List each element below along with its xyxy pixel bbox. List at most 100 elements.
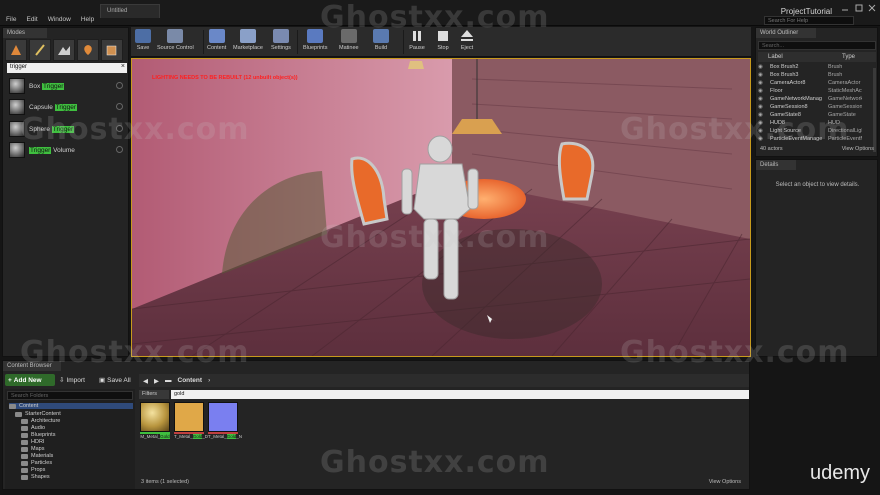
landscape-mode-icon[interactable] xyxy=(53,39,75,61)
item-highlight: Trigger xyxy=(42,82,65,90)
geometry-mode-icon[interactable] xyxy=(101,39,123,61)
details-tab[interactable]: Details xyxy=(756,160,796,170)
asset-name: T_Metal_Gold_N xyxy=(208,434,242,440)
settings-button[interactable]: Settings xyxy=(271,29,291,55)
foliage-mode-icon[interactable] xyxy=(77,39,99,61)
folder-icon xyxy=(21,453,28,459)
folder-materials[interactable]: Materials xyxy=(21,453,53,459)
outliner-search-input[interactable]: Search... xyxy=(758,41,876,50)
items-count: 3 items (1 selected) xyxy=(141,479,189,485)
close-icon[interactable] xyxy=(867,4,877,12)
menu-file[interactable]: File xyxy=(6,16,16,23)
add-new-button[interactable]: + Add New xyxy=(5,374,55,386)
folder-blueprints[interactable]: Blueprints xyxy=(21,432,55,438)
eye-icon[interactable]: ◉ xyxy=(758,96,766,104)
folder-shapes[interactable]: Shapes xyxy=(21,474,50,480)
asset-name-highlight: Gold xyxy=(192,434,203,439)
folder-architecture[interactable]: Architecture xyxy=(21,418,60,424)
outliner-row[interactable]: ◉ GameNetworkManager GameNetworkManager xyxy=(758,96,876,104)
folder-icon: ▬ xyxy=(165,377,172,384)
level-tab[interactable]: Untitled xyxy=(100,4,160,18)
asset-tile[interactable]: T_Metal_Gold_D xyxy=(174,402,208,440)
outliner-row[interactable]: ◉ Box Brush2 Brush xyxy=(758,64,876,72)
folder-startercontent[interactable]: StarterContent xyxy=(15,411,61,417)
item-label-suffix: Volume xyxy=(51,146,75,154)
eye-icon[interactable]: ◉ xyxy=(758,64,766,72)
forward-arrow-icon[interactable]: ▶ xyxy=(154,377,159,385)
clear-search-icon[interactable]: × xyxy=(121,63,125,70)
menu-edit[interactable]: Edit xyxy=(26,16,37,23)
asset-thumbnail xyxy=(208,402,238,432)
path-chevron-icon[interactable]: › xyxy=(208,377,210,384)
folder-props[interactable]: Props xyxy=(21,467,45,473)
item-label: Capsule xyxy=(29,103,55,111)
details-empty-text: Select an object to view details. xyxy=(775,182,860,188)
asset-search-input[interactable]: gold xyxy=(171,390,749,399)
path-content[interactable]: Content xyxy=(178,377,203,384)
outliner-row[interactable]: ◉ CameraActor8 CameraActor xyxy=(758,80,876,88)
asset-name-highlight: Gold xyxy=(226,434,237,439)
details-panel: Details Select an object to view details… xyxy=(755,159,878,357)
outliner-row[interactable]: ◉ Box Brush3 Brush xyxy=(758,72,876,80)
box-trigger-thumbnail xyxy=(9,78,25,94)
menu-window[interactable]: Window xyxy=(48,16,71,23)
row-label: Floor xyxy=(770,88,783,94)
folder-content[interactable]: Content xyxy=(9,403,133,409)
content-icon xyxy=(208,29,225,43)
asset-name: T_Metal_Gold_D xyxy=(174,434,208,440)
place-mode-icon[interactable] xyxy=(5,39,27,61)
filters-button[interactable]: Filters xyxy=(139,390,169,399)
minimize-icon[interactable] xyxy=(840,4,850,12)
save-button[interactable]: Save xyxy=(135,29,151,55)
folder-maps[interactable]: Maps xyxy=(21,446,44,452)
outliner-scrollbar[interactable] xyxy=(873,68,876,152)
import-button[interactable]: ⇩ Import xyxy=(59,374,85,386)
row-type: Brush xyxy=(828,64,843,70)
save-all-button[interactable]: ▣ Save All xyxy=(99,374,131,386)
info-icon[interactable] xyxy=(116,103,123,110)
folder-hdri[interactable]: HDRI xyxy=(21,439,44,445)
maximize-icon[interactable] xyxy=(854,4,864,12)
asset-name-prefix: M_Metal_ xyxy=(140,434,161,439)
content-button[interactable]: Content xyxy=(207,29,226,55)
item-label: Box xyxy=(29,82,43,90)
matinee-label: Matinee xyxy=(339,45,359,51)
mode-item-box-trigger[interactable]: Box Trigger xyxy=(9,77,125,95)
back-arrow-icon[interactable]: ◀ xyxy=(143,377,148,385)
folder-label: Content xyxy=(19,403,39,409)
watermark: Ghostxx.com xyxy=(20,112,250,147)
eye-icon[interactable]: ◉ xyxy=(758,72,766,80)
paint-mode-icon[interactable] xyxy=(29,39,51,61)
level-viewport[interactable]: LIGHTING NEEDS TO BE REBUILT (12 unbuilt… xyxy=(131,58,751,357)
source-control-button[interactable]: Source Control xyxy=(157,29,194,55)
eye-icon[interactable]: ◉ xyxy=(758,88,766,96)
outliner-row[interactable]: ◉ GameSession8 GameSession xyxy=(758,104,876,112)
item-highlight: Trigger xyxy=(29,146,52,154)
col-type[interactable]: Type xyxy=(842,54,855,60)
col-label[interactable]: Label xyxy=(768,54,783,60)
folder-icon xyxy=(21,439,28,445)
project-name: ProjectTutorial xyxy=(780,7,832,16)
eye-icon[interactable]: ◉ xyxy=(758,80,766,88)
outliner-header: Label Type xyxy=(758,52,876,62)
eye-icon[interactable]: ◉ xyxy=(758,104,766,112)
outliner-row[interactable]: ◉ Floor StaticMeshActor xyxy=(758,88,876,96)
info-icon[interactable] xyxy=(116,146,123,153)
save-all-label: Save All xyxy=(107,376,131,384)
folder-search-input[interactable]: Search Folders xyxy=(7,391,133,400)
info-icon[interactable] xyxy=(116,82,123,89)
marketplace-button[interactable]: Marketplace xyxy=(233,29,263,55)
folder-label: Materials xyxy=(31,453,54,459)
folder-particles[interactable]: Particles xyxy=(21,460,52,466)
modes-tab[interactable]: Modes xyxy=(3,28,47,38)
content-view-options[interactable]: View Options xyxy=(709,479,741,485)
folder-audio[interactable]: Audio xyxy=(21,425,45,431)
modes-search-input[interactable]: trigger × xyxy=(7,63,127,73)
search-help-input[interactable]: Search For Help xyxy=(764,16,854,25)
folder-icon xyxy=(21,432,28,438)
folder-icon xyxy=(21,425,28,431)
menu-help[interactable]: Help xyxy=(81,16,94,23)
asset-tile[interactable]: M_Metal_Gold xyxy=(140,402,170,440)
world-outliner-tab[interactable]: World Outliner xyxy=(756,28,816,38)
asset-tile[interactable]: T_Metal_Gold_N xyxy=(208,402,242,440)
